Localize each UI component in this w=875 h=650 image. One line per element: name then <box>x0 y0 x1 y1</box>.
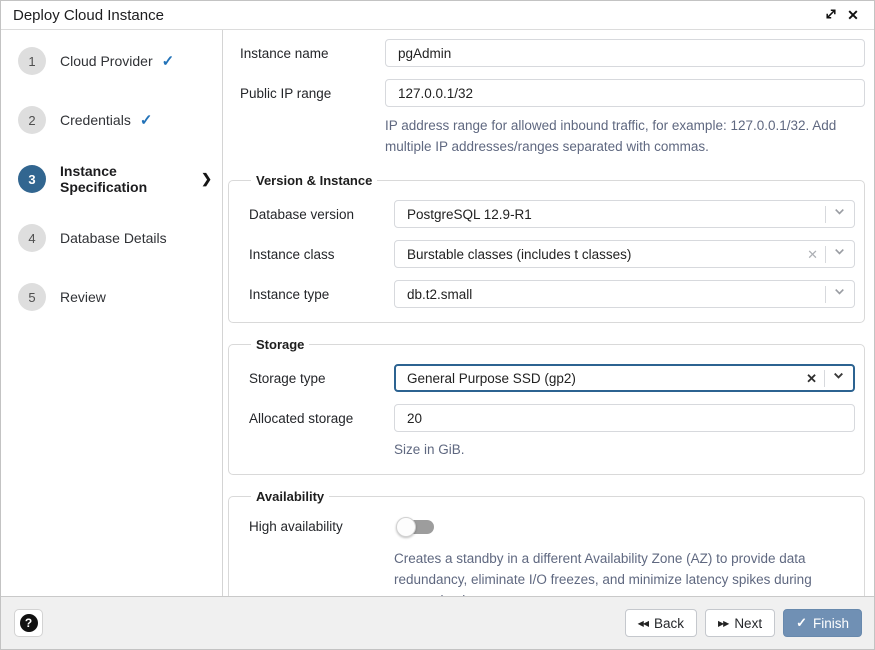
allocated-storage-label: Allocated storage <box>249 411 394 426</box>
dialog-footer: ? ◀◀ Back ▶▶ Next ✓ Finish <box>1 596 874 649</box>
check-icon: ✓ <box>796 615 807 631</box>
step-database-details[interactable]: 4 Database Details <box>18 224 212 252</box>
high-availability-toggle[interactable] <box>396 516 436 538</box>
version-instance-fieldset: Version & Instance Database version Post… <box>228 173 865 323</box>
instance-specification-form: Instance name Public IP range IP address… <box>223 30 874 596</box>
storage-legend: Storage <box>251 337 309 352</box>
instance-name-input[interactable] <box>385 39 865 67</box>
dialog-title: Deploy Cloud Instance <box>13 7 820 24</box>
clear-icon[interactable]: ✕ <box>806 372 817 385</box>
chevron-down-icon[interactable] <box>833 205 846 223</box>
double-arrow-right-icon: ▶▶ <box>718 619 728 628</box>
select-divider <box>825 206 826 223</box>
step-number-badge: 2 <box>18 106 46 134</box>
resize-diagonal-icon <box>824 7 838 24</box>
step-instance-specification[interactable]: 3 Instance Specification ❯ <box>18 165 212 193</box>
step-cloud-provider[interactable]: 1 Cloud Provider ✓ <box>18 47 212 75</box>
chevron-down-icon[interactable] <box>833 245 846 263</box>
step-number-badge: 1 <box>18 47 46 75</box>
high-availability-label: High availability <box>249 516 394 534</box>
back-button[interactable]: ◀◀ Back <box>625 609 697 637</box>
clear-icon[interactable]: ✕ <box>807 248 818 261</box>
close-icon: ✕ <box>847 7 859 24</box>
check-icon: ✓ <box>140 111 153 129</box>
chevron-down-icon[interactable] <box>832 369 845 387</box>
storage-type-label: Storage type <box>249 371 394 386</box>
public-ip-range-label: Public IP range <box>240 86 385 101</box>
finish-button[interactable]: ✓ Finish <box>783 609 862 637</box>
allocated-storage-input[interactable] <box>394 404 855 432</box>
storage-fieldset: Storage Storage type General Purpose SSD… <box>228 337 865 475</box>
wizard-steps-sidebar: 1 Cloud Provider ✓ 2 Credentials ✓ 3 Ins… <box>1 30 223 596</box>
storage-type-select[interactable]: General Purpose SSD (gp2) ✕ <box>394 364 855 392</box>
dialog-titlebar: Deploy Cloud Instance ✕ <box>1 1 874 30</box>
select-divider <box>825 246 826 263</box>
version-instance-legend: Version & Instance <box>251 173 377 188</box>
instance-type-label: Instance type <box>249 287 394 302</box>
public-ip-help-text: IP address range for allowed inbound tra… <box>385 115 865 157</box>
question-mark-icon: ? <box>20 614 38 632</box>
select-divider <box>825 286 826 303</box>
availability-legend: Availability <box>251 489 329 504</box>
allocated-storage-help-text: Size in GiB. <box>394 439 855 460</box>
help-button[interactable]: ? <box>14 609 43 637</box>
public-ip-range-input[interactable] <box>385 79 865 107</box>
database-version-select[interactable]: PostgreSQL 12.9-R1 <box>394 200 855 228</box>
maximize-button[interactable] <box>820 4 842 26</box>
step-number-badge: 5 <box>18 283 46 311</box>
step-review[interactable]: 5 Review <box>18 283 212 311</box>
instance-name-label: Instance name <box>240 46 385 61</box>
chevron-right-icon: ❯ <box>201 171 212 187</box>
toggle-thumb <box>396 517 416 537</box>
close-button[interactable]: ✕ <box>842 4 864 26</box>
instance-type-select[interactable]: db.t2.small <box>394 280 855 308</box>
select-divider <box>824 370 825 387</box>
step-credentials[interactable]: 2 Credentials ✓ <box>18 106 212 134</box>
deploy-cloud-instance-dialog: Deploy Cloud Instance ✕ 1 Cloud Provider… <box>0 0 875 650</box>
database-version-label: Database version <box>249 207 394 222</box>
high-availability-help-text: Creates a standby in a different Availab… <box>394 548 855 596</box>
instance-class-select[interactable]: Burstable classes (includes t classes) ✕ <box>394 240 855 268</box>
double-arrow-left-icon: ◀◀ <box>638 619 648 628</box>
next-button[interactable]: ▶▶ Next <box>705 609 775 637</box>
check-icon: ✓ <box>162 52 175 70</box>
step-number-badge: 3 <box>18 165 46 193</box>
availability-fieldset: Availability High availability Creates a… <box>228 489 865 596</box>
step-number-badge: 4 <box>18 224 46 252</box>
chevron-down-icon[interactable] <box>833 285 846 303</box>
instance-class-label: Instance class <box>249 247 394 262</box>
